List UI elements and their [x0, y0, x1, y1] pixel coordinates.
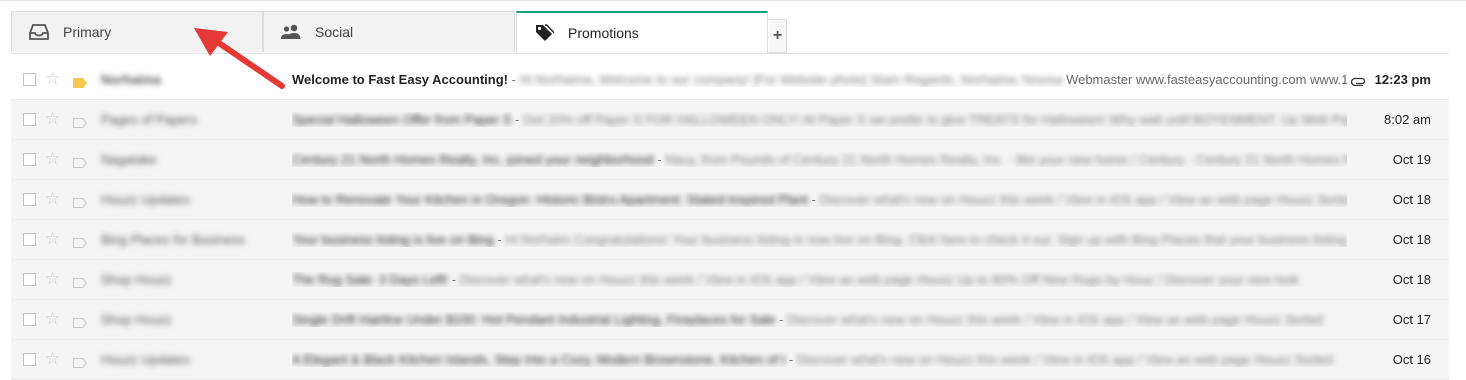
email-snippet: Navy, from Pounds of Century 21 North Ho… — [665, 152, 1347, 167]
email-content: Single Drift Hairline Under $100: Hot Pe… — [292, 312, 1347, 327]
star-icon[interactable]: ☆ — [45, 269, 60, 289]
sender-name: Pages of Papers — [101, 112, 198, 127]
email-content: A Elegant & Black Kitchen Islands, Step … — [292, 352, 1347, 367]
email-content: Special Halloween Offer from Paper S - G… — [292, 112, 1347, 127]
tab-primary[interactable]: Primary — [11, 11, 263, 52]
star-icon[interactable]: ☆ — [45, 69, 60, 89]
star-icon[interactable]: ☆ — [45, 149, 60, 169]
email-date: 12:23 pm — [1374, 72, 1431, 87]
attachment-icon — [1350, 73, 1367, 91]
email-content: How to Renovate Your Kitchen in Oregon: … — [292, 192, 1347, 207]
email-row[interactable]: ☆ Bing Places for Business Your business… — [11, 220, 1449, 260]
select-checkbox[interactable] — [23, 273, 36, 286]
email-content: The Rug Sale: 3 Days Left! - Discover wh… — [292, 272, 1347, 287]
star-icon[interactable]: ☆ — [45, 189, 60, 209]
email-snippet: Hi Norhaim Congratulations! Your busines… — [505, 232, 1347, 247]
separator: - — [448, 272, 460, 287]
people-icon — [280, 23, 302, 41]
email-subject: Special Halloween Offer from Paper S — [292, 112, 512, 127]
sender-name: Nagatake — [101, 152, 157, 167]
email-subject: Your business listing is live on Bing — [292, 232, 494, 247]
separator: - — [508, 72, 520, 87]
email-date: 8:02 am — [1384, 112, 1431, 127]
important-marker-icon[interactable] — [73, 355, 87, 373]
sender-name: Shop Houzz — [101, 272, 172, 287]
email-date: Oct 18 — [1392, 272, 1431, 287]
email-row[interactable]: ☆ Nagatake Century 21 North Homes Realty… — [11, 140, 1449, 180]
email-subject: Welcome to Fast Easy Accounting! — [292, 72, 508, 87]
email-snippet-visible: Webmaster www.fasteasyaccounting.com www… — [1062, 72, 1347, 87]
email-row[interactable]: ☆ Houzz Updates How to Renovate Your Kit… — [11, 180, 1449, 220]
star-icon[interactable]: ☆ — [45, 349, 60, 369]
email-date: Oct 18 — [1392, 232, 1431, 247]
category-tabs: Primary Social Promotions + — [11, 11, 1449, 54]
select-checkbox[interactable] — [23, 193, 36, 206]
sender-name: Norhaima — [101, 72, 161, 87]
separator: - — [511, 112, 523, 127]
important-marker-icon[interactable] — [73, 235, 87, 253]
select-checkbox[interactable] — [23, 313, 36, 326]
sender-name: Bing Places for Business — [101, 232, 245, 247]
star-icon[interactable]: ☆ — [45, 109, 60, 129]
tab-social[interactable]: Social — [263, 11, 515, 52]
important-marker-icon[interactable] — [73, 155, 87, 173]
sender-name: Houzz Updates — [101, 352, 190, 367]
separator: - — [775, 312, 787, 327]
email-row[interactable]: ☆ Shop Houzz The Rug Sale: 3 Days Left! … — [11, 260, 1449, 300]
email-date: Oct 16 — [1392, 352, 1431, 367]
important-marker-icon[interactable] — [73, 195, 87, 213]
tab-label: Promotions — [568, 25, 639, 41]
sender-name: Shop Houzz — [101, 312, 172, 327]
important-marker-icon[interactable] — [73, 115, 87, 133]
email-content: Century 21 North Homes Realty, Inc. join… — [292, 152, 1347, 167]
important-marker-icon[interactable] — [73, 315, 87, 333]
separator: - — [493, 232, 506, 247]
email-row[interactable]: ☆ Norhaima Welcome to Fast Easy Accounti… — [11, 60, 1449, 100]
email-snippet: Hi Norhaima, Welcome to our company! [Fo… — [519, 72, 1063, 87]
email-snippet: Discover what's new on Houzz this week /… — [796, 352, 1333, 367]
email-snippet: Get 20% off Paper S FOR HALLOWEEN ONLY! … — [522, 112, 1347, 127]
select-checkbox[interactable] — [23, 73, 36, 86]
add-tab-button[interactable]: + — [769, 19, 787, 53]
email-date: Oct 19 — [1392, 152, 1431, 167]
star-icon[interactable]: ☆ — [45, 229, 60, 249]
email-subject: The Rug Sale: 3 Days Left! — [292, 272, 449, 287]
email-snippet: Discover what's new on Houzz this week /… — [819, 192, 1348, 207]
select-checkbox[interactable] — [23, 153, 36, 166]
sender-name: Houzz Updates — [101, 192, 190, 207]
email-subject: Single Drift Hairline Under $100: Hot Pe… — [292, 312, 776, 327]
inbox-icon — [28, 23, 50, 41]
select-checkbox[interactable] — [23, 233, 36, 246]
email-snippet: Discover what's new on Houzz this week /… — [459, 272, 1299, 287]
email-subject: How to Renovate Your Kitchen in Oregon: … — [292, 192, 808, 207]
star-icon[interactable]: ☆ — [45, 309, 60, 329]
tab-label: Primary — [63, 24, 112, 40]
email-date: Oct 18 — [1392, 192, 1431, 207]
important-marker-icon[interactable] — [73, 75, 87, 93]
email-content: Welcome to Fast Easy Accounting! - Hi No… — [292, 72, 1347, 87]
email-subject: A Elegant & Black Kitchen Islands, Step … — [292, 352, 786, 367]
select-checkbox[interactable] — [23, 113, 36, 126]
separator: - — [807, 192, 820, 207]
tag-icon — [533, 24, 555, 42]
top-divider — [0, 0, 1466, 1]
separator: - — [653, 152, 666, 167]
email-row[interactable]: ☆ Houzz Updates A Elegant & Black Kitche… — [11, 340, 1449, 380]
select-checkbox[interactable] — [23, 353, 36, 366]
email-content: Your business listing is live on Bing - … — [292, 232, 1347, 247]
separator: - — [785, 352, 797, 367]
email-row[interactable]: ☆ Shop Houzz Single Drift Hairline Under… — [11, 300, 1449, 340]
important-marker-icon[interactable] — [73, 275, 87, 293]
tab-label: Social — [315, 24, 354, 40]
email-subject: Century 21 North Homes Realty, Inc. join… — [292, 152, 654, 167]
email-row[interactable]: ☆ Pages of Papers Special Halloween Offe… — [11, 100, 1449, 140]
email-snippet: Discover what's new on Houzz this week /… — [787, 312, 1323, 327]
email-date: Oct 17 — [1392, 312, 1431, 327]
tab-promotions[interactable]: Promotions — [516, 11, 768, 53]
